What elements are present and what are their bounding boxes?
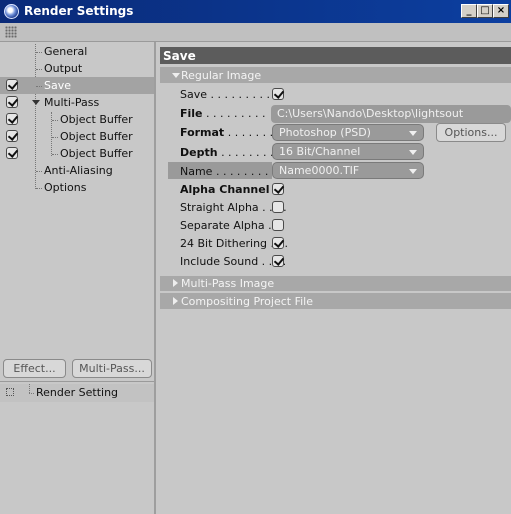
depth-value: 16 Bit/Channel [279,145,361,158]
save-checkbox[interactable] [272,88,284,100]
tree-item-label: Output [44,62,83,75]
tree-item-anti-aliasing[interactable]: Anti-Aliasing [0,162,154,179]
straight-alpha-checkbox[interactable] [272,201,284,213]
tree-item-object-buffer[interactable]: Object Buffer [0,128,154,145]
save-enable-checkbox[interactable] [6,79,18,91]
name-label: Name . . . . . . . . . [180,165,275,178]
straight-alpha-label: Straight Alpha . . . . [180,201,287,214]
object-buffer-checkbox[interactable] [6,147,18,159]
tree-item-options[interactable]: Options [0,179,154,196]
tree-line [36,69,42,70]
tree-item-general[interactable]: General [0,43,154,60]
compositing-project-file-header[interactable]: Compositing Project File [160,293,511,309]
tree-item-output[interactable]: Output [0,60,154,77]
include-sound-checkbox[interactable] [272,255,284,267]
name-value: Name0000.TIF [279,164,360,177]
format-dropdown[interactable]: Photoshop (PSD) [272,124,424,141]
panel-title: Save [163,49,196,63]
render-setting-icon [6,388,14,396]
effect-button[interactable]: Effect... [3,359,66,378]
options-button[interactable]: Options... [436,123,506,142]
grip-icon[interactable] [5,26,17,38]
tree-item-save[interactable]: Save [0,77,154,94]
tree-item-label: General [44,45,88,58]
tree-item-label: Multi-Pass [44,96,100,109]
alpha-channel-checkbox[interactable] [272,183,284,195]
name-label-text: Name [180,165,213,178]
expand-triangle-icon[interactable] [173,279,178,287]
title-bar: Render Settings _ □ × [0,0,511,23]
dithering-checkbox[interactable] [272,237,284,249]
panel-title-bar: Save [160,47,511,64]
tree-item-object-buffer[interactable]: Object Buffer [0,111,154,128]
render-setting-label: Render Setting [36,386,119,399]
section-label: Compositing Project File [181,295,313,308]
multi-pass-button[interactable]: Multi-Pass... [72,359,152,378]
tree-line [36,52,42,53]
file-path-input[interactable]: C:\Users\Nando\Desktop\lightsout [271,105,511,123]
tree-line [52,154,58,155]
tree-line [36,86,42,87]
toolbar-strip [0,23,511,42]
tree-item-label: Object Buffer [60,147,133,160]
tree-item-label: Options [44,181,87,194]
multi-pass-image-header[interactable]: Multi-Pass Image [160,276,511,291]
chevron-down-icon [409,131,417,136]
chevron-down-icon [409,150,417,155]
format-label: Format . . . . . . . . [180,126,280,139]
tree-line [29,384,30,393]
depth-label: Depth . . . . . . . . . [180,146,281,159]
file-label-dots: . . . . . . . . . [206,107,266,120]
tree-line [36,188,42,189]
save-label: Save . . . . . . . . . . . [180,88,284,101]
tree-item-multi-pass[interactable]: Multi-Pass [0,94,154,111]
alpha-channel-label: Alpha Channel [180,183,270,196]
section-label: Regular Image [181,69,262,82]
maximize-button[interactable]: □ [477,4,493,18]
section-label: Multi-Pass Image [181,277,275,290]
collapse-triangle-icon[interactable] [172,73,180,78]
divider [0,381,154,382]
chevron-down-icon [409,169,417,174]
settings-tree-pane: General Output Save Multi-Pass Object Bu… [0,42,156,514]
tree-item-label: Save [44,79,72,92]
separate-alpha-label: Separate Alpha . . [180,219,279,232]
depth-label-text: Depth [180,146,218,159]
tree-item-label: Object Buffer [60,113,133,126]
expand-triangle-icon[interactable] [173,297,178,305]
render-setting-item[interactable]: Render Setting [0,384,154,402]
file-label-text: File [180,107,203,120]
format-value: Photoshop (PSD) [279,126,371,139]
tree-line [29,393,34,394]
format-label-text: Format [180,126,225,139]
name-label-dots: . . . . . . . . . [215,165,276,178]
close-button[interactable]: × [493,4,509,18]
tree-line [52,137,58,138]
tree-item-object-buffer[interactable]: Object Buffer [0,145,154,162]
depth-dropdown[interactable]: 16 Bit/Channel [272,143,424,160]
tree-line [52,120,58,121]
tree-item-label: Object Buffer [60,130,133,143]
separate-alpha-checkbox[interactable] [272,219,284,231]
window-title: Render Settings [24,4,134,18]
object-buffer-checkbox[interactable] [6,130,18,142]
object-buffer-checkbox[interactable] [6,113,18,125]
file-label: File . . . . . . . . . [180,107,265,120]
expand-triangle-icon[interactable] [32,100,40,105]
name-dropdown[interactable]: Name0000.TIF [272,162,424,179]
app-icon [4,4,19,19]
regular-image-header[interactable]: Regular Image [160,67,511,83]
multi-pass-enable-checkbox[interactable] [6,96,18,108]
tree-line [36,171,42,172]
minimize-button[interactable]: _ [461,4,477,18]
include-sound-label: Include Sound . . . . [180,255,287,268]
tree-item-label: Anti-Aliasing [44,164,113,177]
